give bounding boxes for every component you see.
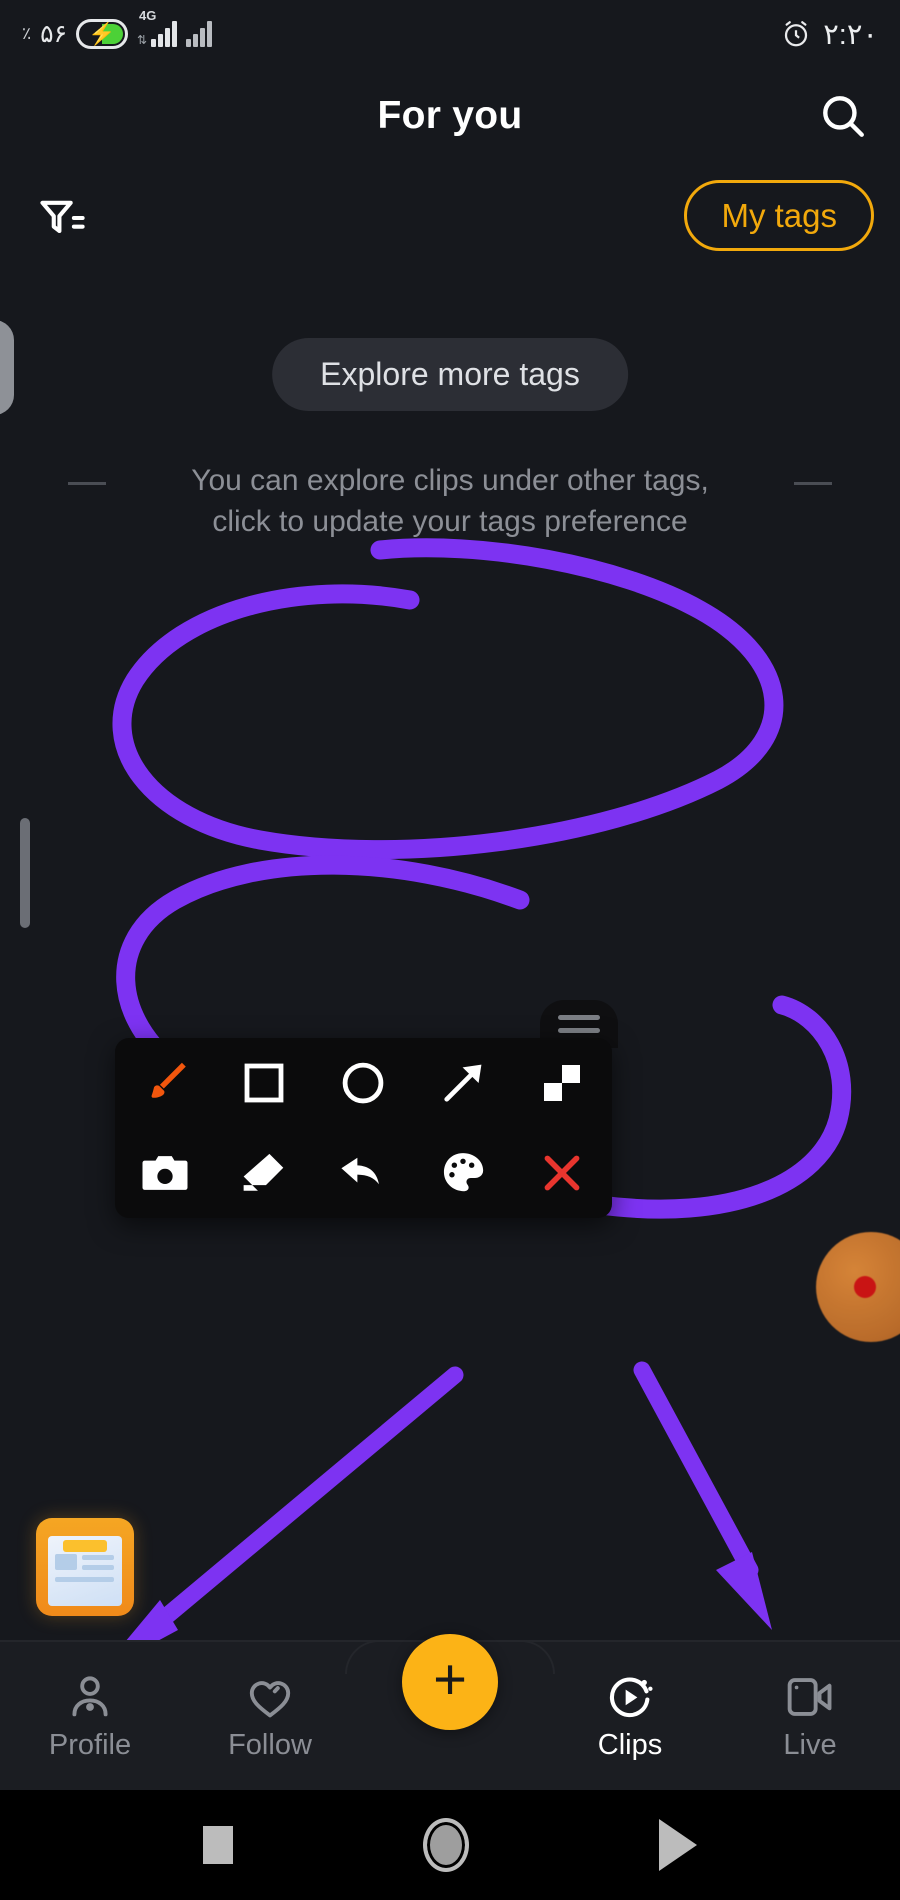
- nav-item-profile[interactable]: Profile: [0, 1671, 180, 1762]
- android-navigation-bar: [0, 1790, 900, 1900]
- my-tags-button[interactable]: My tags: [684, 180, 874, 252]
- live-icon: [787, 1677, 832, 1716]
- close-tool-icon[interactable]: [531, 1142, 593, 1204]
- app-screen: ٪ ۵۶ ⚡ 4G ⇅ ۲:۲۰ For you My tags Explore…: [0, 0, 900, 1900]
- mosaic-glyph-icon: [544, 1065, 581, 1101]
- bottom-navigation: Profile Follow + Clips Live: [0, 1634, 900, 1790]
- ellipse-tool-icon[interactable]: [332, 1052, 394, 1114]
- network-type-label: 4G: [139, 8, 157, 23]
- arrow-tool-icon[interactable]: [432, 1052, 494, 1114]
- undo-glyph-icon: [341, 1157, 380, 1185]
- arrow-glyph-icon: [444, 1064, 482, 1102]
- rectangle-tool-icon[interactable]: [233, 1052, 295, 1114]
- alarm-clock-icon: [785, 21, 808, 47]
- clipboard-page: [48, 1536, 122, 1606]
- create-button[interactable]: +: [402, 1634, 498, 1730]
- clipboard-text-line: [55, 1577, 114, 1582]
- status-bar: ٪ ۵۶ ⚡ 4G ⇅ ۲:۲۰: [0, 0, 900, 68]
- mosaic-tool-icon[interactable]: [531, 1052, 593, 1114]
- palette-glyph-icon: [443, 1153, 484, 1192]
- nav-label-profile: Profile: [48, 1728, 132, 1761]
- filter-row: My tags: [0, 180, 900, 270]
- undo-tool-icon[interactable]: [332, 1142, 394, 1204]
- battery-level-text: ۵۶: [40, 20, 67, 48]
- edge-swipe-handle-icon[interactable]: [0, 320, 14, 415]
- rectangle-glyph-icon: [244, 1063, 284, 1103]
- status-bar-right: ۲:۲۰: [781, 17, 878, 52]
- floating-bubble-icon[interactable]: [816, 1232, 900, 1342]
- filter-icon: [40, 200, 85, 234]
- nav-item-live[interactable]: Live: [720, 1671, 900, 1762]
- palette-tool-icon[interactable]: [432, 1142, 494, 1204]
- clipboard-text-line: [82, 1565, 114, 1570]
- search-button[interactable]: [814, 87, 872, 145]
- explore-more-tags-button[interactable]: Explore more tags: [272, 338, 628, 411]
- nav-label-follow: Follow: [228, 1728, 312, 1761]
- back-triangle-icon[interactable]: [659, 1819, 697, 1871]
- battery-percent-symbol: ٪: [22, 24, 32, 43]
- clipboard-text-block: [55, 1554, 77, 1570]
- status-bar-left: ٪ ۵۶ ⚡ 4G ⇅: [22, 8, 213, 49]
- annotation-toolbar: [115, 1038, 612, 1218]
- drag-handle-icon-line-2: [558, 1028, 600, 1033]
- brush-tool-icon[interactable]: [134, 1052, 196, 1114]
- scribble-circle-top: [112, 538, 784, 860]
- clipboard-note-icon[interactable]: [36, 1518, 134, 1616]
- arrow-to-profile: [100, 1366, 464, 1672]
- plus-icon: +: [433, 1646, 467, 1712]
- battery-charging-icon: ⚡: [76, 19, 128, 49]
- status-bar-clock: ۲:۲۰: [823, 18, 878, 51]
- profile-icon: [72, 1675, 108, 1716]
- nav-label-live: Live: [783, 1728, 837, 1761]
- heart-icon: [249, 1680, 291, 1717]
- nav-item-clips[interactable]: Clips: [540, 1671, 720, 1762]
- clipboard-clip: [63, 1540, 107, 1552]
- page-title: For you: [377, 93, 523, 137]
- signal-bars-secondary-icon: [186, 21, 213, 47]
- explore-hint-line-2: click to update your tags preference: [212, 505, 688, 539]
- scroll-handle-icon[interactable]: [20, 818, 30, 928]
- signal-bars-icon: 4G ⇅: [137, 8, 178, 47]
- search-icon: [823, 95, 864, 137]
- arrow-to-live: [633, 1361, 772, 1630]
- clipboard-text-line: [82, 1555, 114, 1560]
- camera-tool-icon[interactable]: [134, 1142, 196, 1204]
- app-header: For you: [0, 68, 900, 163]
- explore-hint: You can explore clips under other tags, …: [0, 460, 900, 543]
- home-circle-icon[interactable]: [423, 1818, 469, 1872]
- eraser-glyph-icon: [243, 1153, 284, 1191]
- clips-icon: [609, 1677, 653, 1717]
- close-x-glyph-icon: [544, 1155, 580, 1191]
- nav-label-clips: Clips: [597, 1728, 663, 1761]
- ellipse-glyph-icon: [343, 1062, 384, 1104]
- brush-glyph-icon: [151, 1062, 186, 1098]
- camera-glyph-icon: [142, 1156, 188, 1190]
- filter-button[interactable]: [36, 192, 88, 244]
- explore-hint-line-1: You can explore clips under other tags,: [191, 464, 709, 497]
- recents-square-icon[interactable]: [203, 1826, 233, 1864]
- eraser-tool-icon[interactable]: [233, 1142, 295, 1204]
- nav-item-follow[interactable]: Follow: [180, 1671, 360, 1762]
- annotation-ink-layer: [100, 538, 852, 1672]
- drag-handle-icon: [558, 1015, 600, 1020]
